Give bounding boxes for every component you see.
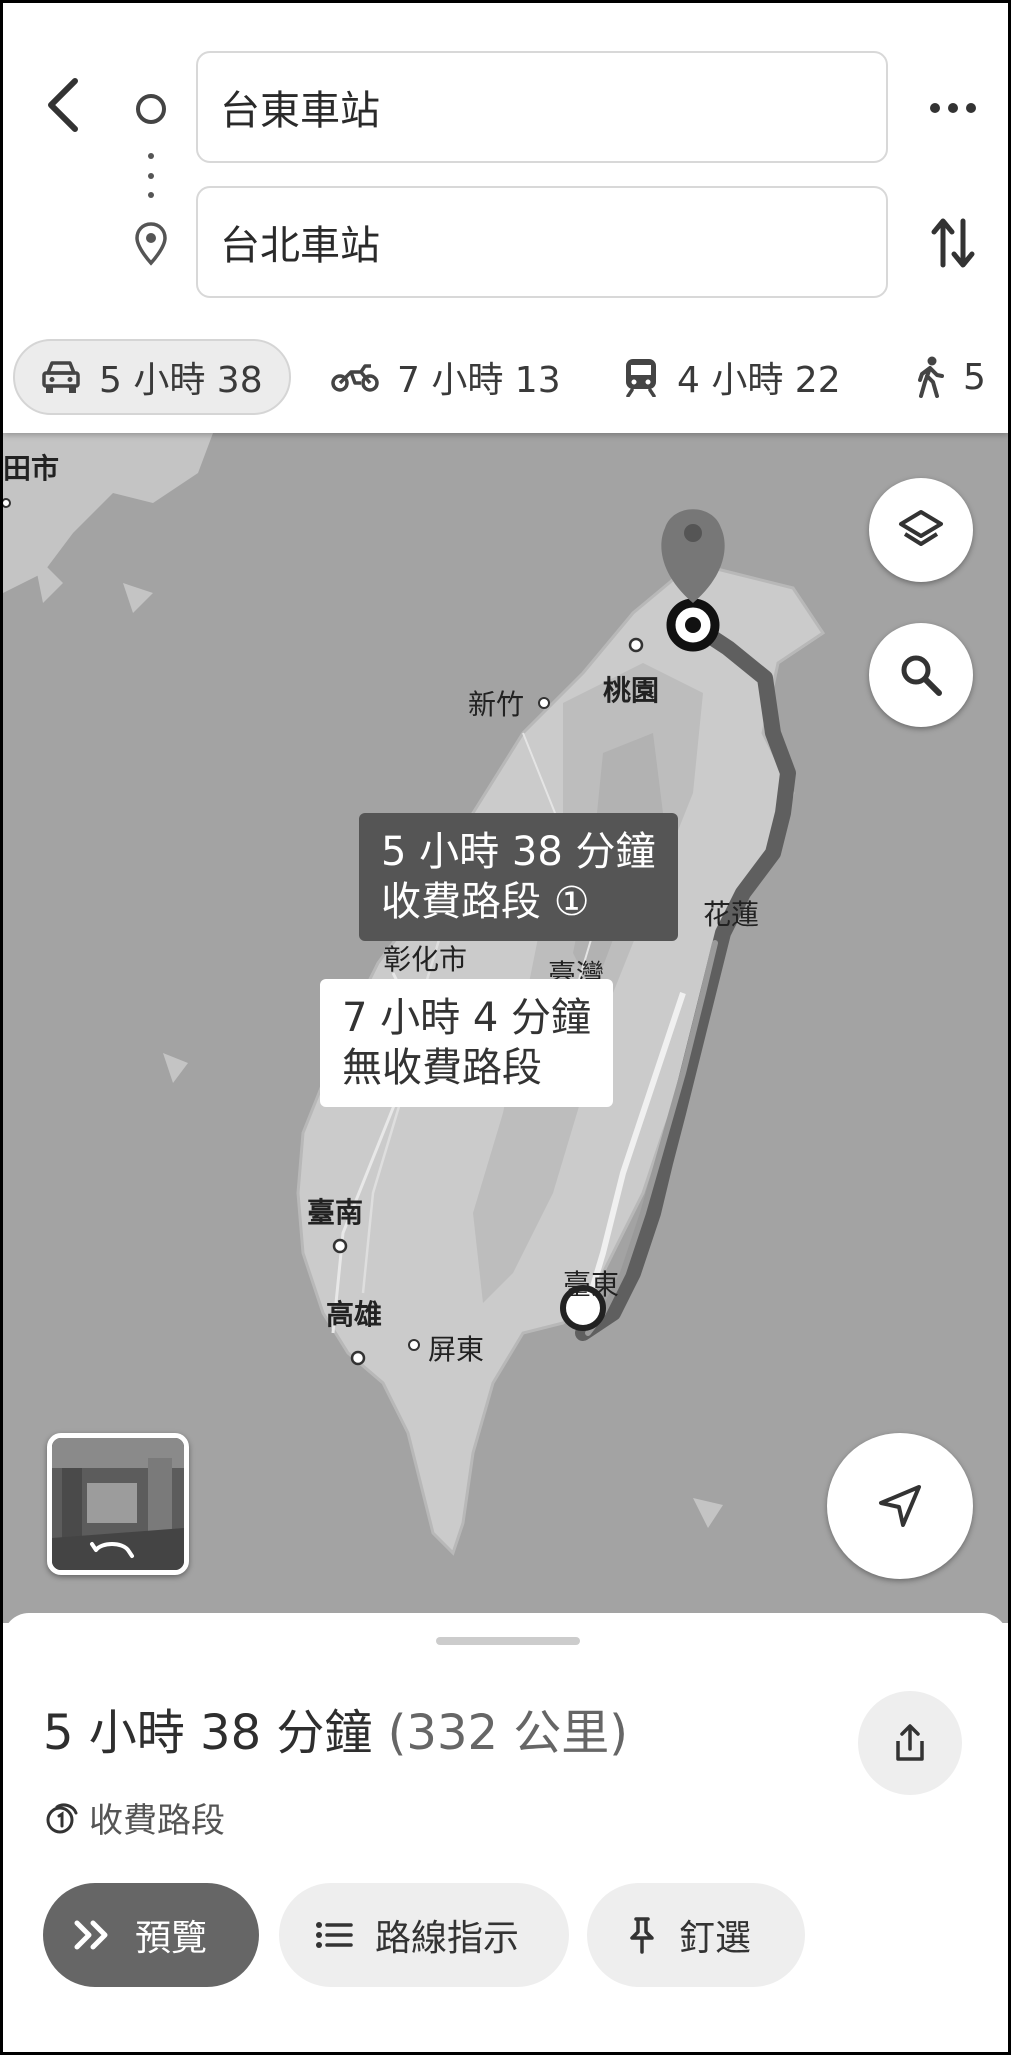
map-label-hsinchu: 新竹: [468, 688, 525, 721]
route-details-sheet: 5 小時 38 分鐘 (332 公里) 收費路段 預覽 路線指示 釘選: [3, 1613, 1008, 2052]
map-label-changhua: 彰化市: [383, 943, 468, 976]
motorcycle-duration: 7 小時 13: [397, 360, 561, 401]
pin-label: 釘選: [679, 1918, 752, 1959]
layers-button[interactable]: [869, 478, 973, 582]
toll-note: 收費路段: [45, 1793, 225, 1842]
transit-duration: 4 小時 22: [677, 360, 841, 401]
tab-transit[interactable]: 4 小時 22: [623, 339, 841, 415]
share-button[interactable]: [858, 1691, 962, 1795]
street-view-thumbnail[interactable]: [47, 1433, 189, 1575]
driving-duration: 5 小時 38: [99, 360, 263, 401]
tab-walking[interactable]: 5: [915, 339, 986, 415]
origin-circle-icon: [136, 94, 166, 124]
car-icon: [42, 361, 80, 393]
destination-pin-icon: [135, 222, 167, 266]
map-view[interactable]: 田市 桃園 新竹 花蓮 彰化市 臺灣 臺南 高雄 屏東 臺東 5 小時 38 分…: [3, 433, 1008, 1623]
street-view-image: [52, 1438, 184, 1570]
preview-label: 預覽: [135, 1918, 208, 1959]
travel-mode-tabs: 5 小時 38 7 小時 13 4 小時 22 5: [3, 333, 1008, 433]
more-options-button[interactable]: [923, 83, 983, 133]
search-icon: [901, 655, 942, 696]
motorcycle-icon: [331, 364, 379, 392]
preview-button[interactable]: 預覽: [43, 1883, 259, 1987]
walking-duration: 5: [963, 356, 986, 398]
map-label-tainan: 臺南: [307, 1196, 364, 1229]
route-dots-icon: [148, 153, 154, 198]
map-label-taitung: 臺東: [563, 1268, 620, 1301]
destination-input[interactable]: 台北車站: [196, 186, 888, 298]
map-label-taoyuan: 桃園: [603, 674, 660, 707]
map-label-pingtung: 屏東: [428, 1333, 485, 1366]
list-icon: [316, 1922, 353, 1948]
tab-driving[interactable]: 5 小時 38: [13, 339, 291, 415]
pushpin-icon: [630, 1917, 654, 1954]
toll-badge-icon: ①: [553, 879, 590, 925]
search-along-route-button[interactable]: [869, 623, 973, 727]
directions-header: 台東車站 台北車站 5 小時 38 7 小時 13 4 小時 22 5: [3, 3, 1008, 433]
pin-button[interactable]: 釘選: [587, 1883, 805, 1987]
map-label-hualien: 花蓮: [703, 898, 760, 931]
back-arrow-icon: [48, 78, 78, 132]
navigation-arrow-icon: [879, 1485, 921, 1527]
map-label-kaohsiung: 高雄: [326, 1298, 383, 1331]
screen: 台東車站 台北車站 5 小時 38 7 小時 13 4 小時 22 5 田市 桃…: [0, 0, 1011, 2055]
origin-input[interactable]: 台東車站: [196, 51, 888, 163]
route-duration: 5 小時 38 分鐘: [43, 1705, 373, 1761]
directions-list-label: 路線指示: [375, 1918, 520, 1959]
route-callout-toll[interactable]: 5 小時 38 分鐘 收費路段 ①: [359, 813, 678, 941]
route-summary: 5 小時 38 分鐘 (332 公里): [43, 1693, 628, 1763]
double-chevron-icon: [74, 1920, 108, 1950]
tab-motorcycle[interactable]: 7 小時 13: [331, 339, 561, 415]
directions-list-button[interactable]: 路線指示: [279, 1883, 569, 1987]
swap-button[interactable]: [923, 208, 983, 278]
route-callout-no-toll-duration: 7 小時 4 分鐘: [342, 995, 592, 1041]
my-location-button[interactable]: [827, 1433, 973, 1579]
drag-handle[interactable]: [436, 1637, 580, 1645]
train-icon: [626, 359, 656, 397]
route-distance: (332 公里): [387, 1705, 629, 1761]
toll-icon: [46, 1803, 78, 1833]
back-button[interactable]: [33, 65, 93, 145]
route-callout-toll-duration: 5 小時 38 分鐘: [381, 829, 656, 875]
route-callout-toll-note: 收費路段 ①: [381, 879, 590, 925]
toll-note-label: 收費路段: [89, 1801, 225, 1841]
map-label-corner: 田市: [3, 452, 60, 485]
more-horizontal-icon: [930, 103, 976, 113]
walk-icon: [918, 356, 944, 398]
share-icon: [896, 1724, 924, 1761]
layers-icon: [899, 510, 943, 546]
swap-arrows-icon: [931, 218, 975, 268]
route-callout-no-toll[interactable]: 7 小時 4 分鐘 無收費路段: [320, 979, 614, 1107]
route-callout-no-toll-note: 無收費路段: [342, 1045, 542, 1091]
